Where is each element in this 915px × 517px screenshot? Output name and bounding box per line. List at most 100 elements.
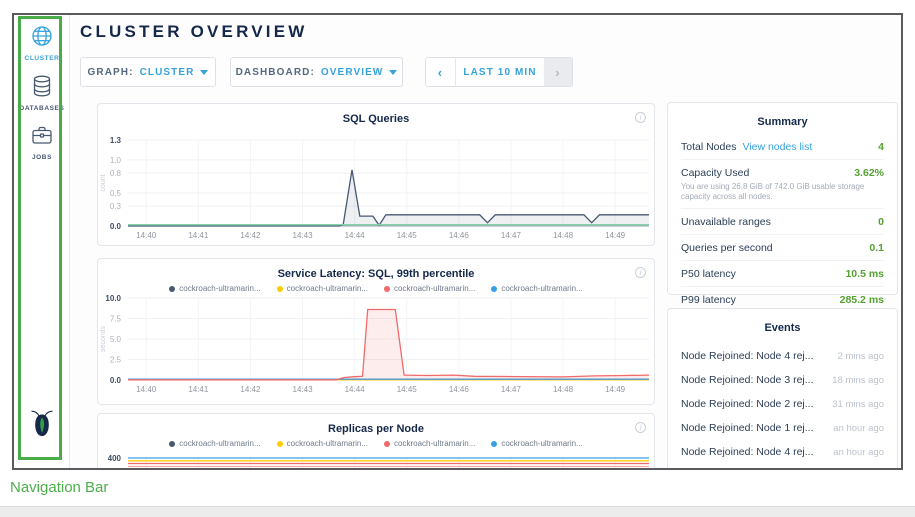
svg-text:10.0: 10.0 <box>105 294 121 303</box>
dashboard-dropdown-label: DASHBOARD: <box>236 67 315 78</box>
time-range-next-button-disabled[interactable]: › <box>544 58 572 86</box>
page-title: CLUSTER OVERVIEW <box>80 22 308 42</box>
svg-text:14:40: 14:40 <box>136 231 157 240</box>
event-row: Node Rejoined: Node 2 rej... 31 mins ago <box>681 392 884 416</box>
sidebar-label-cluster: CLUSTER <box>14 55 70 62</box>
graph-dropdown-value: CLUSTER <box>140 67 195 78</box>
summary-row-capacity: Capacity Used 3.62% You are using 26.8 G… <box>681 160 884 209</box>
legend-dot <box>169 441 175 447</box>
event-row: Node Rejoined: Node 4 rej... an hour ago <box>681 440 884 464</box>
navigation-bar: CLUSTER DATABASES <box>14 15 70 468</box>
summary-label: Total Nodes <box>681 141 736 153</box>
svg-text:14:49: 14:49 <box>605 231 626 240</box>
svg-text:400: 400 <box>108 454 122 463</box>
dashboard-dropdown[interactable]: DASHBOARD: OVERVIEW <box>230 57 403 87</box>
event-text: Node Rejoined: Node 2 rej... <box>681 398 814 410</box>
sidebar-item-cluster[interactable]: CLUSTER <box>14 25 70 62</box>
svg-text:14:44: 14:44 <box>345 231 366 240</box>
svg-text:14:47: 14:47 <box>501 231 522 240</box>
graph-dropdown-label: GRAPH: <box>88 67 134 78</box>
dashboard-dropdown-value: OVERVIEW <box>321 67 384 78</box>
svg-text:seconds: seconds <box>100 325 107 352</box>
event-row: Node Rejoined: Node 4 rej... 2 mins ago <box>681 344 884 368</box>
legend-dot <box>277 441 283 447</box>
view-nodes-list-link[interactable]: View nodes list <box>742 141 812 153</box>
summary-label: P50 latency <box>681 268 736 280</box>
svg-text:14:48: 14:48 <box>553 385 574 394</box>
svg-text:0.3: 0.3 <box>110 202 122 211</box>
jobs-briefcase-icon <box>31 133 53 150</box>
svg-text:14:46: 14:46 <box>449 385 470 394</box>
svg-text:14:40: 14:40 <box>136 385 157 394</box>
summary-label: Capacity Used <box>681 167 749 179</box>
event-text: Node Rejoined: Node 1 rej... <box>681 422 814 434</box>
svg-text:0.0: 0.0 <box>110 376 122 385</box>
summary-label: Queries per second <box>681 242 773 254</box>
legend-item[interactable]: cockroach-ultramarin... <box>169 284 260 293</box>
legend-item[interactable]: cockroach-ultramarin... <box>491 439 582 448</box>
replicas-per-node-chart-card: Replicas per Node i cockroach-ultramarin… <box>97 413 655 470</box>
event-text: Node Rejoined: Node 4 rej... <box>681 446 814 458</box>
cockroachdb-logo[interactable] <box>14 409 70 442</box>
legend-item[interactable]: cockroach-ultramarin... <box>169 439 260 448</box>
sql-queries-chart[interactable]: 14:4014:4114:4214:4314:4414:4514:4614:47… <box>98 104 656 247</box>
screenshot-frame: CLUSTER DATABASES <box>12 13 903 470</box>
legend-dot <box>277 286 283 292</box>
event-row: Node Rejoined: Node 1 rej... an hour ago <box>681 416 884 440</box>
cluster-globe-icon <box>31 34 53 51</box>
svg-text:0.5: 0.5 <box>110 189 122 198</box>
summary-label: P99 latency <box>681 294 736 306</box>
info-icon[interactable]: i <box>635 267 646 278</box>
svg-text:7.5: 7.5 <box>110 315 122 324</box>
legend-dot <box>384 441 390 447</box>
events-title: Events <box>668 309 897 334</box>
time-range-prev-button[interactable]: ‹ <box>426 58 456 86</box>
summary-row-qps: Queries per second 0.1 <box>681 235 884 261</box>
chevron-down-icon <box>200 70 208 75</box>
databases-icon <box>32 84 52 101</box>
legend-item[interactable]: cockroach-ultramarin... <box>384 284 475 293</box>
summary-label: Unavailable ranges <box>681 216 771 228</box>
svg-text:14:45: 14:45 <box>397 385 418 394</box>
sidebar-item-jobs[interactable]: JOBS <box>14 125 70 161</box>
svg-text:14:49: 14:49 <box>605 385 626 394</box>
chart-title-replicas: Replicas per Node <box>98 423 654 435</box>
page-bottom-strip <box>0 506 915 517</box>
svg-text:14:44: 14:44 <box>345 385 366 394</box>
graph-dropdown[interactable]: GRAPH: CLUSTER <box>80 57 216 87</box>
event-time: 31 mins ago <box>832 399 884 410</box>
event-time: 2 mins ago <box>838 351 884 362</box>
legend-dot <box>384 286 390 292</box>
service-latency-chart-card: Service Latency: SQL, 99th percentile i … <box>97 258 655 405</box>
chart-title-service-latency: Service Latency: SQL, 99th percentile <box>98 268 654 280</box>
legend-item[interactable]: cockroach-ultramarin... <box>491 284 582 293</box>
event-text: Node Rejoined: Node 3 rej... <box>681 374 814 386</box>
legend-item[interactable]: cockroach-ultramarin... <box>277 439 368 448</box>
time-range-value[interactable]: LAST 10 MIN <box>456 58 544 86</box>
info-icon[interactable]: i <box>635 422 646 433</box>
chart-title-sql-queries: SQL Queries <box>98 113 654 125</box>
legend-item[interactable]: cockroach-ultramarin... <box>384 439 475 448</box>
svg-text:1.0: 1.0 <box>110 156 122 165</box>
service-latency-chart[interactable]: 14:4014:4114:4214:4314:4414:4514:4614:47… <box>98 259 656 406</box>
capacity-note: You are using 26.8 GiB of 742.0 GiB usab… <box>681 182 884 202</box>
svg-text:0.0: 0.0 <box>110 222 122 231</box>
legend-dot <box>491 286 497 292</box>
summary-row-p50: P50 latency 10.5 ms <box>681 261 884 287</box>
sidebar-item-databases[interactable]: DATABASES <box>14 75 70 112</box>
chevron-down-icon <box>389 70 397 75</box>
event-time: an hour ago <box>833 423 884 434</box>
events-list: Node Rejoined: Node 4 rej... 2 mins ago … <box>668 344 897 464</box>
sidebar-label-jobs: JOBS <box>14 154 70 161</box>
time-range-selector: ‹ LAST 10 MIN › <box>425 57 573 87</box>
svg-text:14:41: 14:41 <box>188 231 209 240</box>
svg-text:14:47: 14:47 <box>501 385 522 394</box>
svg-text:14:41: 14:41 <box>188 385 209 394</box>
summary-panel: Summary Total NodesView nodes list 4 Cap… <box>667 102 898 295</box>
legend-item[interactable]: cockroach-ultramarin... <box>277 284 368 293</box>
svg-text:14:43: 14:43 <box>293 231 314 240</box>
svg-text:14:45: 14:45 <box>397 231 418 240</box>
info-icon[interactable]: i <box>635 112 646 123</box>
svg-text:count: count <box>100 174 107 191</box>
svg-text:0.8: 0.8 <box>110 169 122 178</box>
